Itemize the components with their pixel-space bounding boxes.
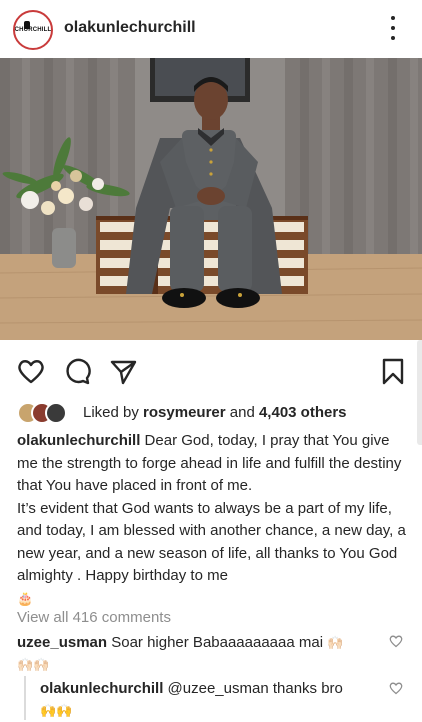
raised-hands-emoji: 🙌🏻 [327, 635, 344, 650]
comment-item: uzee_usman Soar higher Babaaaaaaaaa mai … [17, 632, 377, 676]
post-header: CHURCHILL olakunlechurchill [0, 0, 422, 58]
comment-text: Soar higher Babaaaaaaaaa mai [111, 634, 324, 651]
likes-row[interactable]: Liked by rosymeurer and 4,403 others [17, 400, 417, 426]
view-all-comments-link[interactable]: View all 416 comments [17, 609, 171, 626]
reply-text: thanks bro [272, 680, 343, 697]
avatar-logo-text: CHURCHILL [14, 27, 52, 33]
more-vertical-icon[interactable] [386, 16, 400, 40]
comment-username[interactable]: uzee_usman [17, 634, 107, 651]
likes-conjunction: and [229, 404, 255, 421]
comment-icon[interactable] [62, 356, 92, 386]
raised-hands-emoji: 🙌🙌 [40, 703, 73, 718]
likes-summary: Liked by rosymeurer and 4,403 others [83, 404, 347, 421]
reply-mention[interactable]: @uzee_usman [168, 680, 269, 697]
post-image[interactable] [0, 58, 422, 340]
comment-like-heart-icon[interactable] [389, 634, 403, 648]
caption-paragraph-2: It’s evident that God wants to always be… [17, 499, 406, 585]
avatar[interactable]: CHURCHILL [13, 10, 53, 50]
reply-like-heart-icon[interactable] [389, 681, 403, 695]
likes-others[interactable]: 4,403 others [259, 404, 347, 421]
reply-username[interactable]: olakunlechurchill [40, 680, 163, 697]
post-caption: olakunlechurchill Dear God, today, I pra… [17, 430, 407, 610]
birthday-cake-emoji: 🎂 [17, 590, 34, 606]
post-username[interactable]: olakunlechurchill [64, 19, 196, 37]
reply-item: olakunlechurchill @uzee_usman thanks bro… [40, 678, 380, 722]
heart-icon[interactable] [16, 356, 46, 386]
paper-plane-icon[interactable] [108, 356, 138, 386]
likes-user[interactable]: rosymeurer [143, 404, 226, 421]
post-actions [0, 350, 422, 390]
reply-thread-line [24, 676, 26, 720]
logo-mark-icon [24, 21, 30, 29]
liker-avatar [45, 402, 67, 424]
caption-username[interactable]: olakunlechurchill [17, 432, 140, 449]
bookmark-icon[interactable] [378, 356, 408, 386]
raised-hands-emoji: 🙌🏻🙌🏻 [17, 657, 50, 672]
likes-prefix: Liked by [83, 404, 139, 421]
